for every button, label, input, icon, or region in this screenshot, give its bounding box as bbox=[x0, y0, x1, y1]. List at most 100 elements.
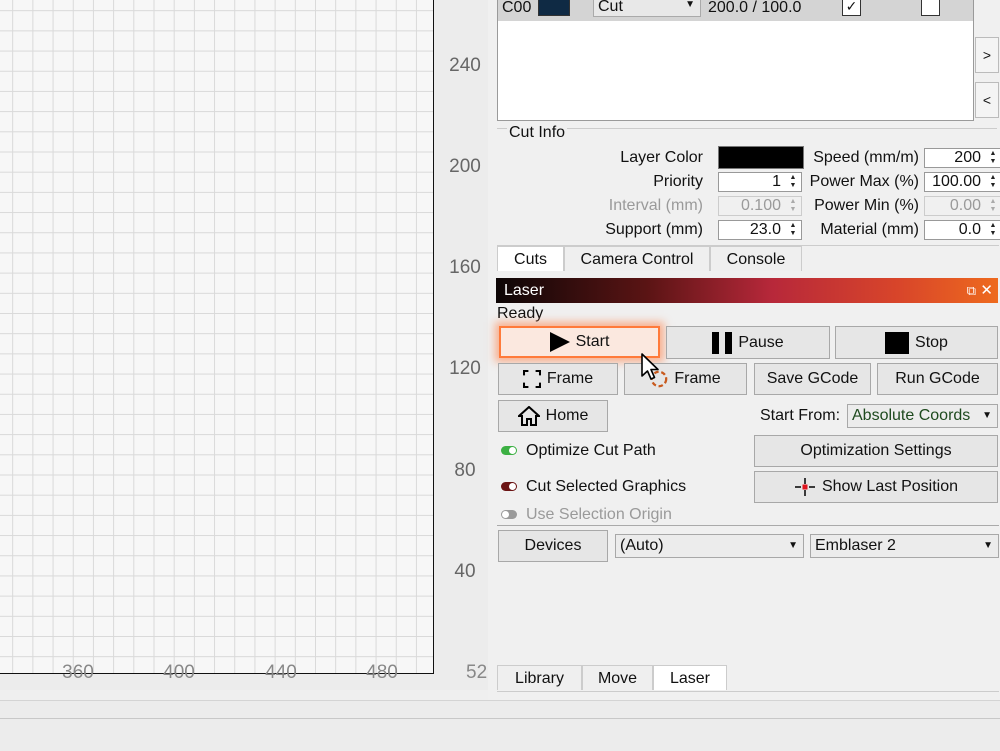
crosshair-icon bbox=[794, 478, 815, 496]
bottom-tab-bar: Library Move Laser bbox=[497, 665, 999, 692]
tab-library[interactable]: Library bbox=[497, 665, 582, 690]
layer-air-checkbox[interactable] bbox=[921, 0, 940, 16]
ruler-corner-label: 52 bbox=[466, 662, 488, 683]
chevron-down-icon: ▼ bbox=[983, 540, 993, 551]
play-icon bbox=[549, 332, 570, 352]
start-from-select[interactable]: Absolute Coords ▼ bbox=[847, 404, 998, 428]
spin-arrows-icon[interactable]: ▲ ▼ bbox=[987, 174, 999, 190]
ruler-y-label: 240 bbox=[449, 55, 481, 76]
interval-label: Interval (mm) bbox=[608, 197, 703, 214]
frame-rect-label: Frame bbox=[546, 370, 594, 387]
speed-spinbox[interactable]: 200 ▲ ▼ bbox=[924, 148, 1000, 168]
layer-output-checkbox[interactable]: ✓ bbox=[842, 0, 861, 16]
float-window-icon[interactable]: ⧉ bbox=[967, 278, 976, 303]
cut-info-group: Cut Info Layer Color Priority 1 ▲ ▼ Interv… bbox=[497, 124, 1000, 243]
stop-label: Stop bbox=[915, 333, 948, 351]
port-select[interactable]: (Auto) ▼ bbox=[615, 534, 804, 558]
device-select[interactable]: Emblaser 2 ▼ bbox=[810, 534, 999, 558]
optimize-cut-path-toggle[interactable] bbox=[501, 446, 517, 455]
use-selection-origin-label[interactable]: Use Selection Origin bbox=[526, 506, 672, 524]
ruler-x-label: 480 bbox=[366, 662, 398, 683]
frame-rect-button[interactable]: Frame bbox=[498, 363, 618, 395]
ruler-x-label: 400 bbox=[163, 662, 195, 683]
stop-button[interactable]: Stop bbox=[835, 326, 998, 359]
frame-rect-icon bbox=[522, 370, 541, 388]
chevron-right-icon: > bbox=[982, 47, 992, 63]
support-label: Support (mm) bbox=[605, 221, 703, 238]
home-label: Home bbox=[545, 407, 589, 424]
workspace-canvas[interactable]: 240 200 160 120 80 40 360 400 440 480 52 bbox=[0, 0, 488, 690]
start-label: Start bbox=[575, 333, 610, 350]
port-value: (Auto) bbox=[620, 537, 664, 554]
move-layer-left-button[interactable]: < bbox=[975, 82, 999, 118]
tab-cuts[interactable]: Cuts bbox=[497, 246, 564, 271]
stop-icon bbox=[885, 331, 910, 354]
material-value: 0.0 bbox=[958, 221, 981, 238]
pause-label: Pause bbox=[738, 333, 784, 351]
support-value: 23.0 bbox=[749, 221, 781, 238]
frame-circle-label: Frame bbox=[674, 370, 721, 387]
power-max-value: 100.00 bbox=[932, 173, 981, 190]
save-gcode-label: Save GCode bbox=[766, 370, 859, 387]
power-min-spinbox[interactable]: 0.00 ▲ ▼ bbox=[924, 196, 1000, 216]
run-gcode-button[interactable]: Run GCode bbox=[877, 363, 998, 395]
spin-arrows-icon[interactable]: ▲ ▼ bbox=[987, 222, 999, 238]
save-gcode-button[interactable]: Save GCode bbox=[754, 363, 871, 395]
optimization-settings-button[interactable]: Optimization Settings bbox=[754, 435, 998, 467]
start-button[interactable]: Start bbox=[499, 326, 660, 358]
tab-laser[interactable]: Laser bbox=[653, 665, 727, 690]
spin-arrows-icon[interactable]: ▲ ▼ bbox=[987, 150, 999, 166]
use-selection-origin-toggle[interactable] bbox=[501, 510, 517, 519]
show-last-position-button[interactable]: Show Last Position bbox=[754, 471, 998, 503]
spin-arrows-icon[interactable]: ▲ ▼ bbox=[987, 198, 999, 214]
ruler-y-label: 40 bbox=[454, 561, 476, 582]
layer-name: C00 bbox=[502, 0, 532, 16]
ruler-y-label: 120 bbox=[449, 358, 481, 379]
device-value: Emblaser 2 bbox=[815, 537, 896, 554]
close-icon[interactable]: ✕ bbox=[980, 278, 993, 303]
power-min-label: Power Min (%) bbox=[814, 197, 919, 214]
run-gcode-label: Run GCode bbox=[895, 370, 980, 387]
ruler-y-label: 160 bbox=[449, 257, 481, 278]
chevron-down-icon: ▼ bbox=[788, 540, 798, 551]
pause-button[interactable]: Pause bbox=[666, 326, 830, 359]
interval-spinbox[interactable]: 0.100 ▲ ▼ bbox=[718, 196, 802, 216]
priority-value: 1 bbox=[772, 173, 781, 190]
tab-camera-control[interactable]: Camera Control bbox=[564, 246, 710, 271]
laser-panel-titlebar: Laser ⧉ ✕ bbox=[496, 278, 998, 303]
home-icon bbox=[517, 406, 540, 426]
top-tab-bar: Cuts Camera Control Console bbox=[497, 245, 999, 272]
power-max-spinbox[interactable]: 100.00 ▲ ▼ bbox=[924, 172, 1000, 192]
devices-button[interactable]: Devices bbox=[498, 530, 608, 562]
tab-move[interactable]: Move bbox=[582, 665, 653, 690]
chevron-left-icon: < bbox=[982, 92, 992, 108]
cut-selected-graphics-toggle[interactable] bbox=[501, 482, 517, 491]
home-button[interactable]: Home bbox=[498, 400, 608, 432]
laser-panel-title: Laser bbox=[504, 282, 545, 299]
optimize-cut-path-label[interactable]: Optimize Cut Path bbox=[526, 442, 656, 460]
power-max-label: Power Max (%) bbox=[809, 173, 919, 190]
layer-list[interactable]: C00 Cut ▼ 200.0 / 100.0 ✓ bbox=[497, 0, 974, 121]
layer-row[interactable]: C00 Cut ▼ 200.0 / 100.0 ✓ bbox=[498, 0, 973, 21]
layer-mode-select[interactable]: Cut ▼ bbox=[593, 0, 701, 17]
right-panel: C00 Cut ▼ 200.0 / 100.0 ✓ > < Cut Info L… bbox=[488, 0, 1000, 700]
ruler-y-label: 80 bbox=[454, 460, 476, 481]
material-spinbox[interactable]: 0.0 ▲ ▼ bbox=[924, 220, 1000, 240]
separator bbox=[497, 525, 999, 526]
laser-status: Ready bbox=[497, 305, 544, 322]
cut-selected-graphics-label[interactable]: Cut Selected Graphics bbox=[526, 478, 686, 496]
tab-console[interactable]: Console bbox=[710, 246, 802, 271]
ruler-x-label: 360 bbox=[62, 662, 94, 683]
canvas-grid[interactable] bbox=[0, 0, 434, 674]
support-spinbox[interactable]: 23.0 ▲ ▼ bbox=[718, 220, 802, 240]
devices-label: Devices bbox=[524, 537, 582, 554]
start-from-label: Start From: bbox=[760, 407, 841, 424]
mouse-cursor-icon bbox=[641, 353, 659, 380]
layer-color-picker[interactable] bbox=[718, 146, 804, 169]
layer-color-swatch[interactable] bbox=[538, 0, 570, 16]
priority-spinbox[interactable]: 1 ▲ ▼ bbox=[718, 172, 802, 192]
move-layer-right-button[interactable]: > bbox=[975, 37, 999, 73]
speed-label: Speed (mm/m) bbox=[813, 149, 919, 166]
chevron-down-icon: ▼ bbox=[685, 0, 695, 10]
interval-value: 0.100 bbox=[740, 197, 781, 214]
